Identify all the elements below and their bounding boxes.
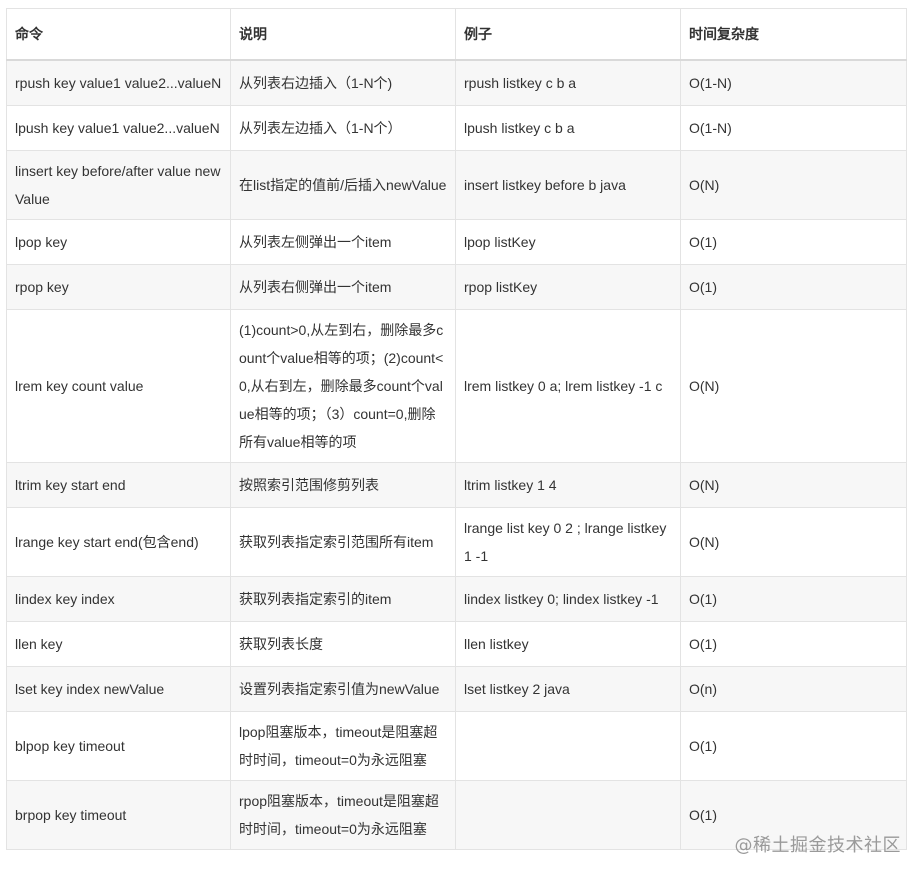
header-complexity: 时间复杂度 (680, 8, 907, 61)
cell-command: lrange key start end(包含end) (6, 506, 231, 577)
cell-example (455, 710, 681, 781)
cell-complexity: O(1) (680, 218, 907, 265)
table-body: rpush key value1 value2...valueN 从列表右边插入… (6, 59, 907, 850)
cell-example: lpop listKey (455, 218, 681, 265)
cell-description: 获取列表指定索引范围所有item (230, 506, 456, 577)
cell-complexity: O(n) (680, 665, 907, 712)
cell-command: ltrim key start end (6, 461, 231, 508)
cell-command: lindex key index (6, 575, 231, 622)
cell-example: lindex listkey 0; lindex listkey -1 (455, 575, 681, 622)
header-row: 命令 说明 例子 时间复杂度 (6, 8, 907, 61)
cell-description: 从列表右侧弹出一个item (230, 263, 456, 310)
cell-description: 获取列表指定索引的item (230, 575, 456, 622)
table-row: lindex key index 获取列表指定索引的item lindex li… (6, 575, 907, 622)
table-row: lpush key value1 value2...valueN 从列表左边插入… (6, 104, 907, 151)
cell-complexity: O(N) (680, 461, 907, 508)
cell-description: 从列表左边插入（1-N个） (230, 104, 456, 151)
cell-complexity: O(1-N) (680, 104, 907, 151)
cell-command: lpop key (6, 218, 231, 265)
cell-description: lpop阻塞版本，timeout是阻塞超时时间，timeout=0为永远阻塞 (230, 710, 456, 781)
cell-example: rpush listkey c b a (455, 59, 681, 106)
cell-command: lpush key value1 value2...valueN (6, 104, 231, 151)
table-row: lrem key count value (1)count>0,从左到右，删除最… (6, 308, 907, 463)
table-row: ltrim key start end 按照索引范围修剪列表 ltrim lis… (6, 461, 907, 508)
table-row: llen key 获取列表长度 llen listkey O(1) (6, 620, 907, 667)
cell-complexity: O(1-N) (680, 59, 907, 106)
cell-complexity: O(1) (680, 575, 907, 622)
cell-command: linsert key before/after value newValue (6, 149, 231, 220)
watermark: @稀土掘金技术社区 (734, 835, 901, 856)
cell-command: brpop key timeout (6, 779, 231, 850)
cell-example: lpush listkey c b a (455, 104, 681, 151)
table-row: blpop key timeout lpop阻塞版本，timeout是阻塞超时时… (6, 710, 907, 781)
cell-command: lset key index newValue (6, 665, 231, 712)
cell-command: rpop key (6, 263, 231, 310)
table-header: 命令 说明 例子 时间复杂度 (6, 8, 907, 61)
table-row: lpop key 从列表左侧弹出一个item lpop listKey O(1) (6, 218, 907, 265)
header-description: 说明 (230, 8, 456, 61)
table-row: linsert key before/after value newValue … (6, 149, 907, 220)
cell-example: insert listkey before b java (455, 149, 681, 220)
cell-complexity: O(1) (680, 710, 907, 781)
cell-complexity: O(1) (680, 263, 907, 310)
cell-command: rpush key value1 value2...valueN (6, 59, 231, 106)
header-command: 命令 (6, 8, 231, 61)
cell-description: (1)count>0,从左到右，删除最多count个value相等的项；(2)c… (230, 308, 456, 463)
cell-command: llen key (6, 620, 231, 667)
cell-description: 在list指定的值前/后插入newValue (230, 149, 456, 220)
cell-description: 设置列表指定索引值为newValue (230, 665, 456, 712)
table-row: rpush key value1 value2...valueN 从列表右边插入… (6, 59, 907, 106)
table-container: 命令 说明 例子 时间复杂度 rpush key value1 value2..… (6, 8, 907, 850)
table-row: rpop key 从列表右侧弹出一个item rpop listKey O(1) (6, 263, 907, 310)
header-example: 例子 (455, 8, 681, 61)
cell-complexity: O(N) (680, 149, 907, 220)
cell-example: llen listkey (455, 620, 681, 667)
cell-description: rpop阻塞版本，timeout是阻塞超时时间，timeout=0为永远阻塞 (230, 779, 456, 850)
cell-example: ltrim listkey 1 4 (455, 461, 681, 508)
cell-example: rpop listKey (455, 263, 681, 310)
cell-description: 按照索引范围修剪列表 (230, 461, 456, 508)
cell-complexity: O(N) (680, 506, 907, 577)
table-row: lset key index newValue 设置列表指定索引值为newVal… (6, 665, 907, 712)
cell-command: lrem key count value (6, 308, 231, 463)
cell-complexity: O(1) (680, 620, 907, 667)
cell-description: 从列表左侧弹出一个item (230, 218, 456, 265)
cell-example (455, 779, 681, 850)
cell-description: 获取列表长度 (230, 620, 456, 667)
redis-list-commands-table: 命令 说明 例子 时间复杂度 rpush key value1 value2..… (6, 8, 907, 850)
cell-example: lrem listkey 0 a; lrem listkey -1 c (455, 308, 681, 463)
cell-complexity: O(N) (680, 308, 907, 463)
cell-description: 从列表右边插入（1-N个) (230, 59, 456, 106)
cell-command: blpop key timeout (6, 710, 231, 781)
cell-example: lrange list key 0 2 ; lrange listkey 1 -… (455, 506, 681, 577)
cell-example: lset listkey 2 java (455, 665, 681, 712)
table-row: lrange key start end(包含end) 获取列表指定索引范围所有… (6, 506, 907, 577)
